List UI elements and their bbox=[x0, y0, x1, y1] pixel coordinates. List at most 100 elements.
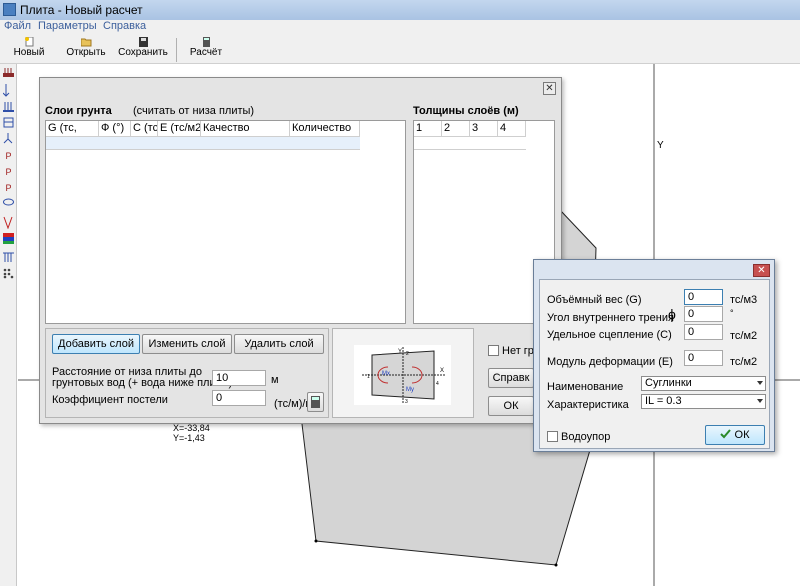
groundwater-unit: м bbox=[271, 374, 279, 386]
friction-input[interactable] bbox=[684, 306, 723, 322]
cohesion-label: Удельное сцепление (С) bbox=[547, 329, 672, 341]
weight-input[interactable] bbox=[684, 289, 723, 305]
weight-label: Объёмный вес (G) bbox=[547, 294, 642, 306]
save-button[interactable]: Сохранить bbox=[116, 37, 170, 63]
tool-point-load-icon[interactable]: Р bbox=[3, 150, 14, 163]
name-label: Наименование bbox=[547, 381, 624, 393]
tool-axis-icon[interactable] bbox=[2, 84, 14, 97]
friction-unit: ° bbox=[730, 308, 734, 318]
tool-plate-icon[interactable] bbox=[3, 67, 14, 80]
diagram-my: My bbox=[406, 387, 414, 393]
waterproof-checkbox[interactable] bbox=[547, 431, 558, 442]
save-label: Сохранить bbox=[118, 47, 168, 58]
app-icon bbox=[3, 3, 16, 16]
soil-layers-dialog: ✕ Слои грунта (считать от низа плиты) То… bbox=[39, 77, 562, 424]
calculator-icon bbox=[202, 37, 210, 47]
close-icon[interactable]: ✕ bbox=[753, 264, 770, 277]
dialog-body: Объёмный вес (G) тс/м3 Угол внутреннего … bbox=[539, 279, 770, 449]
menu-bar: Файл Параметры Справка bbox=[0, 20, 800, 35]
weight-unit: тс/м3 bbox=[730, 294, 758, 306]
col-g[interactable]: G (тс, bbox=[46, 121, 99, 136]
tool-line-load-icon[interactable]: Р bbox=[3, 166, 14, 179]
diagram-x: X bbox=[440, 368, 444, 374]
diagram-y: Y bbox=[398, 349, 402, 355]
new-button[interactable]: Новый bbox=[10, 37, 48, 63]
tool-grid-icon[interactable] bbox=[3, 268, 14, 281]
thickness-col-3[interactable]: 3 bbox=[470, 121, 498, 136]
menu-file[interactable]: Файл bbox=[4, 20, 31, 32]
tool-frame-icon[interactable] bbox=[3, 116, 14, 129]
bedding-label: Коэффициент постели bbox=[52, 394, 168, 406]
col-quality[interactable]: Качество bbox=[201, 121, 290, 136]
thickness-col-2[interactable]: 2 bbox=[442, 121, 470, 136]
modulus-input[interactable] bbox=[684, 350, 723, 366]
open-label: Открыть bbox=[66, 47, 106, 58]
diagram-n3: 3 bbox=[405, 399, 408, 405]
groundwater-label-2: грунтовых вод (+ вода ниже плиты) bbox=[52, 377, 233, 389]
modulus-label: Модуль деформации (Е) bbox=[547, 356, 673, 368]
check-icon bbox=[720, 429, 732, 439]
thickness-title: Толщины слоёв (м) bbox=[413, 105, 519, 117]
tool-ellipse-icon[interactable] bbox=[3, 197, 14, 210]
modulus-unit: тс/м2 bbox=[730, 356, 758, 368]
cohesion-unit: тс/м2 bbox=[730, 330, 758, 342]
layers-hint: (считать от низа плиты) bbox=[133, 105, 255, 117]
tool-load-icon[interactable] bbox=[3, 100, 14, 113]
help-button[interactable]: Справк bbox=[488, 368, 534, 388]
col-e[interactable]: Е (тс/м2 bbox=[158, 121, 201, 136]
phi-symbol: ϕ bbox=[668, 306, 676, 322]
y-axis-label: Y bbox=[657, 140, 664, 151]
table-row[interactable] bbox=[46, 136, 360, 150]
tool-area-load-icon[interactable]: Р bbox=[3, 182, 14, 195]
characteristic-select-value: IL = 0.3 bbox=[645, 395, 682, 407]
ok-label: ОК bbox=[734, 429, 750, 441]
open-button[interactable]: Открыть bbox=[64, 37, 108, 63]
col-quantity[interactable]: Количество bbox=[290, 121, 360, 136]
calculator-icon[interactable] bbox=[307, 392, 324, 412]
tool-support-icon[interactable] bbox=[3, 132, 14, 145]
add-layer-button[interactable]: Добавить слой bbox=[52, 334, 140, 354]
chevron-down-icon bbox=[757, 399, 763, 403]
cohesion-input[interactable] bbox=[684, 324, 723, 340]
waterproof-label: Водоупор bbox=[561, 431, 611, 443]
delete-layer-button[interactable]: Удалить слой bbox=[234, 334, 324, 354]
tool-p-label: Р bbox=[5, 151, 12, 161]
bedding-input[interactable] bbox=[212, 390, 266, 406]
ok-button[interactable]: ОК bbox=[488, 396, 534, 416]
diagram-n2: 2 bbox=[406, 351, 409, 357]
tool-piles-icon[interactable] bbox=[3, 251, 14, 264]
table-row[interactable] bbox=[414, 136, 526, 150]
chevron-down-icon bbox=[757, 381, 763, 385]
name-select[interactable]: Суглинки bbox=[641, 376, 766, 391]
floppy-icon bbox=[138, 37, 148, 47]
close-icon[interactable]: ✕ bbox=[543, 82, 556, 95]
friction-label: Угол внутреннего трения bbox=[547, 312, 674, 324]
calc-button[interactable]: Расчёт bbox=[186, 37, 226, 63]
ok-button[interactable]: ОК bbox=[705, 425, 765, 445]
layer-properties-dialog: ✕ Объёмный вес (G) тс/м3 Угол внутреннег… bbox=[533, 259, 775, 452]
cursor-y-readout: Y=-1,43 bbox=[173, 433, 205, 443]
new-label: Новый bbox=[13, 47, 45, 58]
plate-moments-diagram: Y X Mx My 2 1 4 3 bbox=[354, 345, 451, 405]
thickness-col-4[interactable]: 4 bbox=[498, 121, 526, 136]
toolbar: Новый Открыть Сохранить Расчёт bbox=[0, 35, 800, 64]
characteristic-select[interactable]: IL = 0.3 bbox=[641, 394, 766, 409]
tool-p-label: Р bbox=[5, 183, 12, 193]
groundwater-input[interactable] bbox=[212, 370, 266, 386]
tool-color-map-icon[interactable] bbox=[3, 233, 14, 246]
layers-grid[interactable]: G (тс, Ф (°) С (тс, Е (тс/м2 Качество Ко… bbox=[45, 120, 406, 324]
col-phi[interactable]: Ф (°) bbox=[99, 121, 131, 136]
no-ground-checkbox[interactable] bbox=[488, 345, 499, 356]
thickness-col-1[interactable]: 1 bbox=[414, 121, 442, 136]
new-file-icon bbox=[24, 37, 33, 47]
menu-help[interactable]: Справка bbox=[103, 20, 146, 32]
calc-label: Расчёт bbox=[189, 47, 223, 58]
tool-spring-icon[interactable] bbox=[3, 216, 14, 230]
menu-parameters[interactable]: Параметры bbox=[38, 20, 97, 32]
edit-layer-button[interactable]: Изменить слой bbox=[142, 334, 232, 354]
name-select-value: Суглинки bbox=[645, 377, 692, 389]
toolbar-separator bbox=[176, 38, 177, 62]
diagram-n4: 4 bbox=[436, 381, 439, 387]
diagram-mx: Mx bbox=[382, 371, 390, 377]
col-c[interactable]: С (тс, bbox=[131, 121, 158, 136]
